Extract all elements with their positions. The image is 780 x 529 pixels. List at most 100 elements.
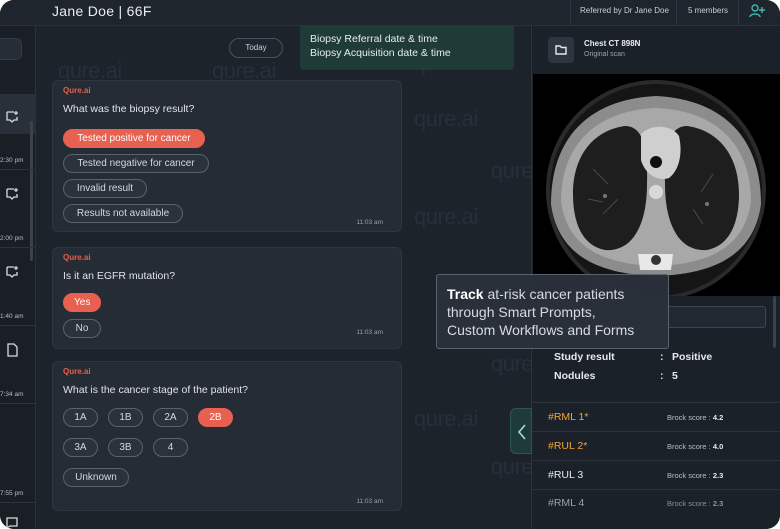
option-3b[interactable]: 3B [108, 438, 143, 457]
add-user-icon[interactable] [748, 2, 766, 20]
question-text: Is it an EGFR mutation? [63, 270, 176, 282]
brock-score-value: 2.3 [712, 499, 724, 508]
rail-time: 7:55 pm [0, 490, 24, 497]
brock-score: Brock score : 4.2 [667, 413, 723, 422]
rail-search-pill[interactable] [0, 38, 22, 60]
watermark: qure.ai [414, 204, 478, 229]
watermark: qure.ai [414, 406, 478, 431]
sender-label: Qure.ai [63, 253, 91, 262]
rail-scrollbar[interactable] [30, 121, 33, 261]
tooltip-line-2: through Smart Prompts, [447, 304, 596, 320]
option-1a[interactable]: 1A [63, 408, 98, 427]
option-4[interactable]: 4 [153, 438, 188, 457]
option-3a[interactable]: 3A [63, 438, 98, 457]
chevron-left-icon [517, 424, 526, 440]
brock-score-label: Brock score : [667, 499, 711, 508]
scan-header: Chest CT 898N Original scan [532, 26, 780, 74]
option-negative[interactable]: Tested negative for cancer [63, 154, 209, 173]
rail-time: 2:30 pm [0, 157, 24, 164]
feature-tooltip: Track at-risk cancer patients through Sm… [436, 274, 669, 349]
tooltip-line-1-rest: at-risk cancer patients [483, 286, 625, 302]
message-time: 11:03 am [356, 219, 383, 226]
list-divider [532, 489, 780, 490]
ct-scan-image[interactable] [533, 74, 780, 296]
rail-divider [0, 325, 36, 326]
colon: : [660, 370, 664, 382]
message-time: 11:03 am [356, 498, 383, 505]
rail-divider [0, 502, 36, 503]
members-button[interactable]: 5 members [688, 6, 728, 15]
tooltip-strong: Track [447, 286, 484, 302]
folder-icon [555, 45, 567, 55]
option-positive[interactable]: Tested positive for cancer [63, 129, 205, 148]
brock-score: Brock score : 2.3 [667, 471, 723, 480]
sender-label: Qure.ai [63, 86, 91, 95]
watermark: qure.ai [414, 106, 478, 131]
header-divider [738, 0, 739, 26]
list-divider [532, 402, 780, 403]
biopsy-dates-card[interactable]: Biopsy Referral date & time Biopsy Acqui… [300, 26, 514, 70]
colon: : [660, 351, 664, 363]
question-text: What is the cancer stage of the patient? [63, 384, 249, 396]
date-divider-badge: Today [229, 38, 283, 58]
folder-button[interactable] [548, 37, 574, 63]
brock-score: Brock score : 4.0 [667, 442, 723, 451]
brock-score-value: 4.2 [712, 413, 724, 422]
rail-divider [0, 169, 36, 170]
scan-subtitle: Original scan [584, 51, 625, 58]
list-divider [532, 460, 780, 461]
prompt-card-stage: Qure.ai What is the cancer stage of the … [52, 361, 402, 511]
list-divider [532, 431, 780, 432]
nodule-name[interactable]: #RUL 3 [548, 469, 583, 481]
question-text: What was the biopsy result? [63, 103, 195, 115]
rail-time: 1:40 am [0, 313, 24, 320]
tooltip-line-1: Track at-risk cancer patients [447, 285, 658, 303]
chest-ct-illustration [533, 74, 780, 296]
brock-score-value: 4.0 [712, 442, 724, 451]
brock-score: Brock score : 2.3 [667, 499, 723, 508]
study-result-value: Positive [672, 351, 713, 363]
scan-title: Chest CT 898N [584, 39, 641, 48]
option-no[interactable]: No [63, 319, 101, 338]
nodule-name[interactable]: #RML 4 [548, 497, 584, 509]
nodules-value: 5 [672, 370, 678, 382]
message-icon[interactable] [5, 516, 19, 529]
tooltip-line-3: Custom Workflows and Forms [447, 322, 635, 338]
rail-time: 2:00 pm [0, 235, 24, 242]
option-not-available[interactable]: Results not available [63, 204, 183, 223]
message-add-icon[interactable] [5, 110, 19, 124]
header-divider [570, 0, 571, 26]
nodule-name[interactable]: #RML 1* [548, 411, 588, 423]
sender-label: Qure.ai [63, 367, 91, 376]
collapse-panel-button[interactable] [510, 408, 532, 454]
rail-divider [0, 403, 36, 404]
nodule-name[interactable]: #RUL 2* [548, 440, 587, 452]
option-2b[interactable]: 2B [198, 408, 233, 427]
option-unknown[interactable]: Unknown [63, 468, 129, 487]
biopsy-acquisition-label: Biopsy Acquisition date & time [310, 47, 451, 59]
message-add-icon[interactable] [5, 265, 19, 279]
document-icon[interactable] [5, 343, 19, 357]
panel-scrollbar[interactable] [773, 296, 776, 348]
message-time: 11:03 am [356, 329, 383, 336]
prompt-card-biopsy: Qure.ai What was the biopsy result? Test… [52, 80, 402, 232]
option-invalid[interactable]: Invalid result [63, 179, 147, 198]
study-result-label: Study result [554, 351, 615, 363]
brock-score-label: Brock score : [667, 442, 711, 451]
rail-time: 7:34 am [0, 391, 24, 398]
prompt-card-egfr: Qure.ai Is it an EGFR mutation? Yes No 1… [52, 247, 402, 349]
header-divider [676, 0, 677, 26]
option-1b[interactable]: 1B [108, 408, 143, 427]
top-bar: Jane Doe | 66F Referred by Dr Jane Doe 5… [0, 0, 780, 26]
patient-title: Jane Doe | 66F [52, 3, 152, 19]
option-2a[interactable]: 2A [153, 408, 188, 427]
referred-by-label: Referred by Dr Jane Doe [580, 6, 669, 15]
nodules-label: Nodules [554, 370, 596, 382]
biopsy-referral-label: Biopsy Referral date & time [310, 33, 438, 45]
option-yes[interactable]: Yes [63, 293, 101, 312]
brock-score-label: Brock score : [667, 471, 711, 480]
conversation-rail: 2:30 pm 2:00 pm 1:40 am 7:34 am 7:55 pm [0, 26, 36, 529]
app-window: Jane Doe | 66F Referred by Dr Jane Doe 5… [0, 0, 780, 529]
message-add-icon[interactable] [5, 187, 19, 201]
brock-score-label: Brock score : [667, 413, 711, 422]
